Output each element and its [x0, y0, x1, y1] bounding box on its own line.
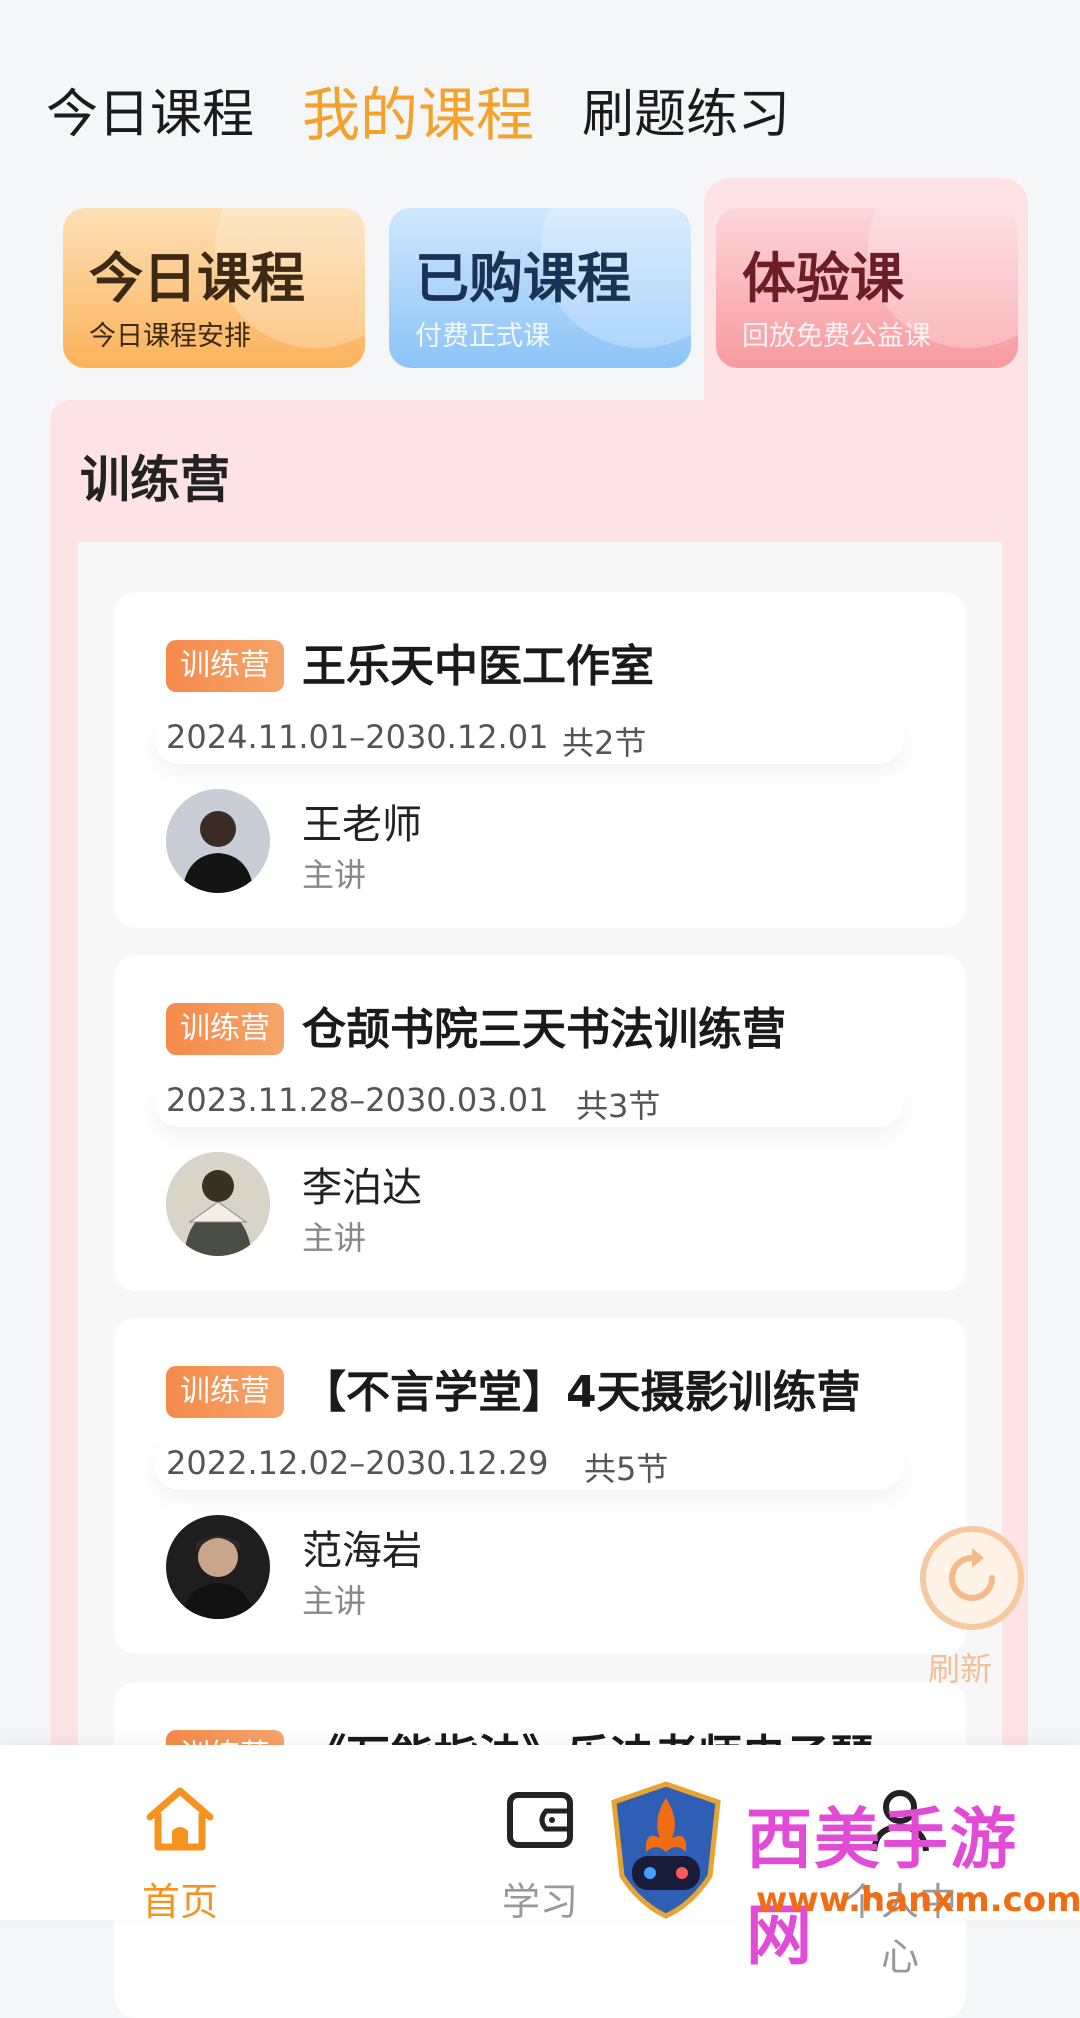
watermark-shield-logo [611, 1781, 721, 1919]
teacher-avatar [166, 1152, 270, 1256]
nav-home-label: 首页 [141, 1880, 218, 1924]
category-subtitle: 今日课程安排 [89, 321, 251, 352]
tab-practice[interactable]: 刷题练习 [582, 80, 790, 150]
course-dates: 2023.11.28–2030.03.01 [166, 1081, 549, 1119]
tab-today[interactable]: 今日课程 [46, 80, 254, 150]
camp-badge: 训练营 [166, 1366, 284, 1418]
teacher-role: 主讲 [302, 1582, 367, 1620]
course-title: 【不言学堂】4天摄影训练营 [302, 1367, 861, 1418]
course-card[interactable]: 训练营 仓颉书院三天书法训练营 2023.11.28–2030.03.01 共3… [114, 955, 966, 1291]
course-card[interactable]: 训练营 【不言学堂】4天摄影训练营 2022.12.02–2030.12.29 … [114, 1318, 966, 1654]
course-card[interactable]: 训练营 王乐天中医工作室 2024.11.01–2030.12.01 共2节 王… [114, 592, 966, 928]
wallet-icon [507, 1792, 573, 1848]
avatar-image [166, 1152, 270, 1256]
category-trial-card[interactable]: 体验课 回放免费公益课 [716, 208, 1018, 368]
refresh-label: 刷新 [928, 1650, 993, 1688]
teacher-avatar [166, 1515, 270, 1619]
category-title: 已购课程 [415, 247, 631, 310]
teacher-name: 范海岩 [302, 1528, 422, 1574]
lesson-count: 共2节 [562, 724, 647, 762]
course-title: 王乐天中医工作室 [302, 641, 654, 692]
lesson-count: 共3节 [576, 1087, 661, 1125]
teacher-name: 王老师 [302, 802, 422, 848]
category-today-card[interactable]: 今日课程 今日课程安排 [63, 208, 365, 368]
watermark-url: www.hanxm.com [756, 1880, 1080, 1920]
top-tab-bar: 今日课程 我的课程 刷题练习 [46, 70, 838, 150]
teacher-avatar [166, 789, 270, 893]
home-icon [146, 1787, 214, 1851]
course-dates: 2022.12.02–2030.12.29 [166, 1444, 549, 1482]
section-title: 训练营 [80, 451, 230, 509]
category-title: 体验课 [742, 247, 904, 310]
refresh-icon [949, 1548, 995, 1601]
teacher-name: 李泊达 [302, 1165, 422, 1211]
teacher-role: 主讲 [302, 856, 367, 894]
teacher-role: 主讲 [302, 1219, 367, 1257]
camp-badge: 训练营 [166, 640, 284, 692]
lesson-count: 共5节 [584, 1450, 669, 1488]
category-title: 今日课程 [89, 247, 305, 310]
refresh-button[interactable] [920, 1526, 1024, 1630]
category-subtitle: 付费正式课 [415, 321, 550, 352]
avatar-image [166, 789, 270, 893]
nav-study-label: 学习 [501, 1880, 578, 1924]
nav-home[interactable]: 首页 [110, 1781, 250, 1926]
tab-my-courses[interactable]: 我的课程 [302, 80, 534, 150]
course-dates: 2024.11.01–2030.12.01 [166, 718, 549, 756]
avatar-image [166, 1515, 270, 1619]
camp-badge: 训练营 [166, 1003, 284, 1055]
course-title: 仓颉书院三天书法训练营 [302, 1004, 786, 1055]
category-subtitle: 回放免费公益课 [742, 321, 931, 352]
category-bought-card[interactable]: 已购课程 付费正式课 [389, 208, 691, 368]
nav-study[interactable]: 学习 [470, 1781, 610, 1926]
